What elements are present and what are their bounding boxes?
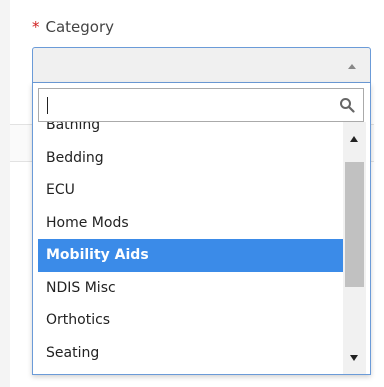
option-item[interactable]: ECU <box>38 174 343 207</box>
option-item[interactable]: Home Mods <box>38 207 343 240</box>
category-label-text: Category <box>45 18 115 36</box>
option-item[interactable]: Mobility Aids <box>38 239 343 272</box>
options-list: Bathing Bedding ECU Home Mods Mobility Aids N… <box>38 122 343 369</box>
chevron-up-icon <box>348 64 356 69</box>
text-caret <box>47 97 48 114</box>
option-item[interactable]: Seating <box>38 337 343 370</box>
option-item[interactable]: Bathing <box>38 122 343 142</box>
option-item[interactable]: Bedding <box>38 142 343 175</box>
category-dropdown: Bathing Bedding ECU Home Mods Mobility Aids N… <box>32 83 371 375</box>
dropdown-search-input[interactable] <box>39 89 363 121</box>
category-select[interactable] <box>32 47 371 83</box>
category-label: * Category <box>32 18 114 36</box>
option-item[interactable]: Orthotics <box>38 304 343 337</box>
dropdown-search-box[interactable] <box>38 88 364 122</box>
scrollbar-thumb[interactable] <box>345 162 364 287</box>
dropdown-scrollbar[interactable] <box>343 122 366 374</box>
option-item[interactable]: NDIS Misc <box>38 272 343 305</box>
scroll-down-arrow-icon[interactable] <box>343 343 366 374</box>
search-icon <box>340 98 355 113</box>
required-asterisk: * <box>32 18 40 36</box>
options-viewport: Bathing Bedding ECU Home Mods Mobility Aids N… <box>38 122 343 374</box>
scroll-up-arrow-icon[interactable] <box>343 122 366 154</box>
